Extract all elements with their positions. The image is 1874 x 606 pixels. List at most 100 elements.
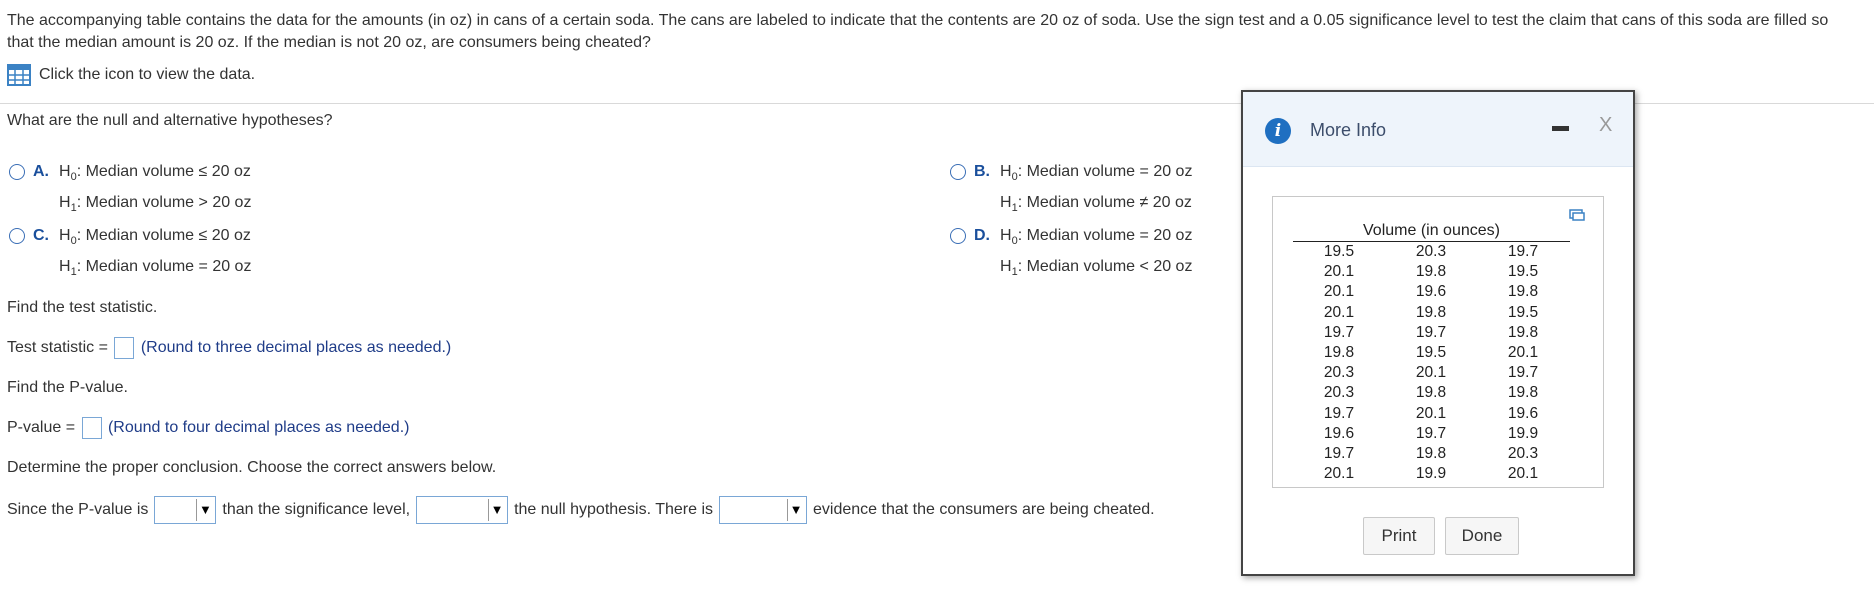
table-cell: 19.8 xyxy=(1415,384,1447,402)
table-row: 19.5 20.3 19.7 xyxy=(1293,242,1570,262)
chevron-down-icon[interactable]: ▼ xyxy=(196,499,213,521)
conclusion-part2: than the significance level, xyxy=(222,501,411,518)
table-cell: 20.1 xyxy=(1415,364,1447,382)
problem-line-2: that the median amount is 20 oz. If the … xyxy=(7,34,651,51)
table-cell: 19.8 xyxy=(1507,384,1539,402)
table-cell: 20.3 xyxy=(1323,364,1355,382)
option-b-text: H0: Median volume = 20 oz H1: Median vol… xyxy=(1000,163,1193,215)
table-cell: 19.7 xyxy=(1507,243,1539,260)
table-cell: 20.1 xyxy=(1507,465,1539,483)
conclusion-part4: evidence that the consumers are being ch… xyxy=(813,501,1155,518)
view-data-label[interactable]: Click the icon to view the data. xyxy=(39,66,255,84)
problem-line-1: The accompanying table contains the data… xyxy=(7,12,1829,29)
chevron-down-icon[interactable]: ▼ xyxy=(787,499,804,521)
evidence-dropdown[interactable]: ▼ xyxy=(719,496,808,524)
table-cell: 19.6 xyxy=(1415,283,1447,301)
test-stat-heading: Find the test statistic. xyxy=(7,299,158,316)
table-cell: 19.5 xyxy=(1415,343,1447,361)
option-d-h1: Median volume < 20 oz xyxy=(1026,258,1193,276)
table-cell: 20.3 xyxy=(1507,444,1539,462)
problem-statement: The accompanying table contains the data… xyxy=(7,10,1867,54)
table-row: 19.8 19.5 20.1 xyxy=(1293,343,1570,363)
table-cell: 19.8 xyxy=(1507,283,1539,301)
table-cell: 19.7 xyxy=(1323,323,1355,341)
table-row: 20.1 19.9 20.1 xyxy=(1293,464,1570,484)
test-stat-hint: (Round to three decimal places as needed… xyxy=(140,339,452,357)
option-d-letter: D. xyxy=(974,227,990,244)
table-cell: 20.1 xyxy=(1507,343,1539,361)
table-cell: 20.1 xyxy=(1323,303,1355,321)
pvalue-label: P-value = xyxy=(7,419,76,437)
option-a-h0: Median volume ≤ 20 oz xyxy=(85,163,251,180)
pvalue-heading: Find the P-value. xyxy=(7,379,128,396)
test-stat-label: Test statistic = xyxy=(7,339,108,357)
table-cell: 20.3 xyxy=(1323,384,1355,402)
conclusion-heading: Determine the proper conclusion. Choose … xyxy=(7,459,497,476)
print-button[interactable]: Print xyxy=(1363,517,1435,555)
chevron-down-icon[interactable]: ▼ xyxy=(488,499,505,521)
option-b-radio[interactable] xyxy=(950,164,966,180)
table-row: 19.6 19.7 19.9 xyxy=(1293,424,1570,444)
table-cell: 19.9 xyxy=(1507,424,1539,442)
option-a-text: H0: Median volume ≤ 20 oz H1: Median vol… xyxy=(59,163,252,215)
table-row: 19.7 20.1 19.6 xyxy=(1293,404,1570,424)
table-row: 19.7 19.7 19.8 xyxy=(1293,323,1570,343)
option-d[interactable]: D. H0: Median volume = 20 oz H1: Median … xyxy=(950,227,1192,285)
table-cell: 19.7 xyxy=(1415,323,1447,341)
table-row: 20.1 19.8 19.5 xyxy=(1293,262,1570,282)
table-cell: 19.8 xyxy=(1323,343,1355,361)
option-a[interactable]: A. H0: Median volume ≤ 20 oz H1: Median … xyxy=(9,163,251,221)
table-cell: 19.7 xyxy=(1415,424,1447,442)
data-table-panel: Volume (in ounces) 19.5 20.3 19.7 20.1 19.8 1… xyxy=(1272,196,1604,488)
table-cell: 20.1 xyxy=(1323,283,1355,301)
table-cell: 19.7 xyxy=(1323,404,1355,422)
option-b-h0: Median volume = 20 oz xyxy=(1026,163,1193,180)
table-cell: 20.1 xyxy=(1323,263,1355,281)
option-b[interactable]: B. H0: Median volume = 20 oz H1: Median … xyxy=(950,163,1192,221)
table-cell: 20.1 xyxy=(1415,404,1447,422)
table-cell: 20.1 xyxy=(1323,465,1355,483)
test-stat-input[interactable] xyxy=(114,337,135,359)
table-cell: 19.7 xyxy=(1507,364,1539,382)
table-grid-icon[interactable] xyxy=(7,64,31,86)
option-c-text: H0: Median volume ≤ 20 oz H1: Median vol… xyxy=(59,227,252,279)
close-button[interactable]: X xyxy=(1599,114,1612,137)
pvalue-input[interactable] xyxy=(81,417,102,439)
comparison-dropdown[interactable]: ▼ xyxy=(154,496,217,524)
copy-icon[interactable] xyxy=(1569,209,1585,221)
pvalue-row: P-value = (Round to four decimal places … xyxy=(7,417,409,439)
done-button[interactable]: Done xyxy=(1445,517,1519,555)
table-cell: 19.5 xyxy=(1323,243,1355,260)
decision-dropdown[interactable]: ▼ xyxy=(416,496,509,524)
table-cell: 19.7 xyxy=(1323,444,1355,462)
minimize-button[interactable] xyxy=(1552,126,1569,131)
table-row: 20.1 19.6 19.8 xyxy=(1293,282,1570,302)
pvalue-hint: (Round to four decimal places as needed.… xyxy=(107,419,410,437)
conclusion-part1: Since the P-value is xyxy=(7,501,149,518)
view-data-link[interactable]: Click the icon to view the data. xyxy=(7,64,255,86)
table-header: Volume (in ounces) xyxy=(1293,221,1570,242)
dialog-header: i More Info X xyxy=(1243,92,1633,167)
table-cell: 19.6 xyxy=(1323,424,1355,442)
info-icon: i xyxy=(1265,118,1291,144)
option-b-letter: B. xyxy=(974,163,990,180)
table-row: 19.7 19.8 20.3 xyxy=(1293,444,1570,464)
hypotheses-question: What are the null and alternative hypoth… xyxy=(7,112,333,129)
option-d-radio[interactable] xyxy=(950,228,966,244)
option-a-h1: Median volume > 20 oz xyxy=(85,194,252,212)
table-row: 20.1 19.8 19.5 xyxy=(1293,303,1570,323)
table-cell: 19.9 xyxy=(1415,465,1447,483)
volume-table: 19.5 20.3 19.7 20.1 19.8 19.5 20.1 19.6 19.8 20.1… xyxy=(1293,242,1570,484)
table-cell: 19.5 xyxy=(1507,263,1539,281)
option-c-letter: C. xyxy=(33,227,49,244)
option-d-h0: Median volume = 20 oz xyxy=(1026,227,1193,244)
conclusion-row: Since the P-value is ▼ than the signific… xyxy=(7,496,1155,524)
option-b-h1: Median volume ≠ 20 oz xyxy=(1026,194,1192,212)
option-c-radio[interactable] xyxy=(9,228,25,244)
option-c-h1: Median volume = 20 oz xyxy=(85,258,252,276)
test-stat-row: Test statistic = (Round to three decimal… xyxy=(7,337,451,359)
dialog-title: More Info xyxy=(1310,120,1387,140)
option-c-h0: Median volume ≤ 20 oz xyxy=(85,227,251,244)
option-c[interactable]: C. H0: Median volume ≤ 20 oz H1: Median … xyxy=(9,227,251,285)
option-a-radio[interactable] xyxy=(9,164,25,180)
